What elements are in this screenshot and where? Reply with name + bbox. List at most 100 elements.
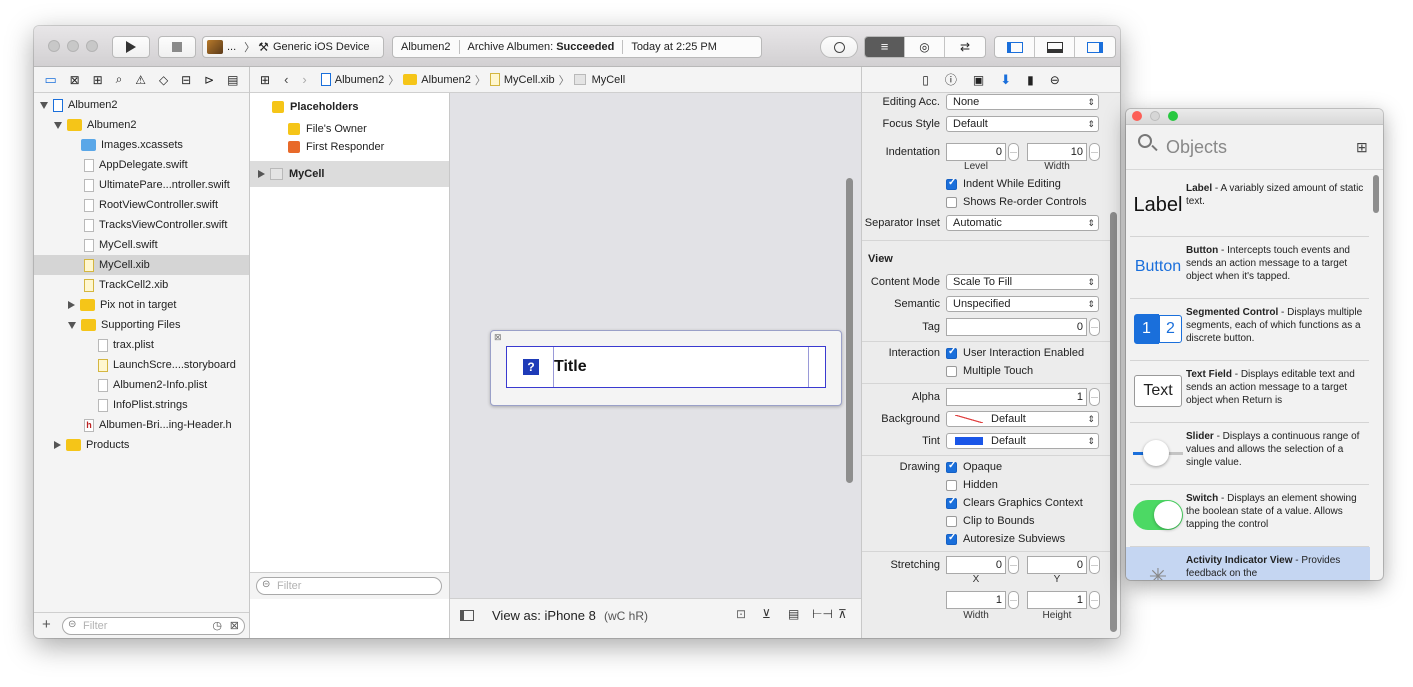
outline-section[interactable]: Placeholders [272,97,358,117]
disclosure-down-icon[interactable] [68,321,76,329]
autoresize-checkbox[interactable] [946,532,957,545]
hidden-checkbox[interactable] [946,480,957,491]
disclosure-right-icon[interactable] [258,170,265,178]
breadcrumb-item[interactable]: Albumen2 [335,74,385,86]
tree-row-selected[interactable]: MyCell.xib [34,255,249,275]
view-toggle-control[interactable] [994,36,1116,58]
outline-item[interactable]: First Responder [288,137,384,157]
stretch-width-stepper[interactable] [1008,591,1019,609]
alpha-field[interactable]: 1 [946,388,1087,406]
tree-row[interactable]: h Albumen-Bri...ing-Header.h [84,415,232,435]
tree-row[interactable]: TracksViewController.swift [84,215,227,235]
disclosure-right-icon[interactable] [68,301,75,309]
cell-title-label[interactable]: Title [554,358,587,376]
stretch-y-field[interactable]: 0 [1027,556,1087,574]
library-item-text-field[interactable]: Text Text Field - Displays editable text… [1130,361,1369,423]
tree-row[interactable]: Albumen2 [40,95,118,115]
library-item-activity-indicator[interactable]: ✳ Activity Indicator View - Provides fee… [1126,547,1370,580]
scheme-selector[interactable]: ... 〉 ⚒ Generic iOS Device [202,36,384,58]
library-button[interactable] [820,36,858,58]
tree-row[interactable]: TrackCell2.xib [84,275,168,295]
table-view-cell[interactable]: ? Title [506,346,826,388]
grid-view-icon[interactable]: ⊞ [1356,139,1368,156]
stretch-height-stepper[interactable] [1089,591,1100,609]
related-items-icon[interactable]: ⊞ [260,73,270,87]
tree-row[interactable]: UltimatePare...ntroller.swift [84,175,230,195]
background-popup[interactable]: Default ⇕ [946,411,1099,427]
zoom-window-button[interactable] [86,40,98,52]
update-frames-icon[interactable]: ⊡ [736,607,746,621]
editor-mode-control[interactable]: ≡ ◎ ⇄ [864,36,986,58]
clears-graphics-checkbox[interactable] [946,496,957,509]
tag-field[interactable]: 0 [946,318,1087,336]
size-inspector-icon[interactable]: ▮ [1027,73,1034,87]
breakpoint-tab-icon[interactable]: ⊳ [204,73,214,87]
debug-toggle-icon[interactable] [1035,37,1075,57]
tag-stepper[interactable] [1089,318,1100,336]
semantic-popup[interactable]: Unspecified ⇕ [946,296,1099,312]
stretch-width-field[interactable]: 1 [946,591,1006,609]
tree-row[interactable]: RootViewController.swift [84,195,218,215]
focus-style-popup[interactable]: Default ⇕ [946,116,1099,132]
tree-row[interactable]: Albumen2 [54,115,137,135]
alpha-stepper[interactable] [1089,388,1100,406]
library-item-slider[interactable]: Slider - Displays a continuous range of … [1130,423,1369,485]
file-inspector-icon[interactable]: ▯ [922,73,929,87]
breadcrumb-item[interactable]: MyCell.xib [504,74,555,86]
library-item-button[interactable]: Button Button - Intercepts touch events … [1130,237,1369,299]
minimize-window-button[interactable] [1150,111,1160,121]
scm-filter-icon[interactable]: ⊠ [230,619,239,632]
tint-popup[interactable]: Default ⇕ [946,433,1099,449]
tree-row[interactable]: MyCell.swift [84,235,158,255]
navigator-toggle-icon[interactable] [995,37,1035,57]
library-search-bar[interactable]: Objects ⊞ [1126,125,1383,170]
shows-reorder-checkbox[interactable] [946,197,957,208]
outline-item[interactable]: File's Owner [288,119,367,139]
stretch-height-field[interactable]: 1 [1027,591,1087,609]
editing-acc-popup[interactable]: None ⇕ [946,94,1099,110]
help-inspector-icon[interactable]: ⓘ [945,71,957,88]
resolve-issues-icon[interactable]: ⊼ [838,607,847,621]
tree-row[interactable]: Pix not in target [68,295,176,315]
outline-toggle-icon[interactable] [460,610,474,621]
question-image-icon[interactable]: ? [523,359,539,375]
library-item-segmented-control[interactable]: 1 2 Segmented Control - Displays multipl… [1130,299,1369,361]
test-tab-icon[interactable]: ◇ [159,73,168,87]
multiple-touch-checkbox[interactable] [946,366,957,377]
separator-inset-popup[interactable]: Automatic ⇕ [946,215,1099,231]
breadcrumb-item[interactable]: Albumen2 [421,74,471,86]
library-item-label[interactable]: Label Label - A variably sized amount of… [1130,175,1369,237]
clip-to-bounds-checkbox[interactable] [946,516,957,527]
stop-button[interactable] [158,36,196,58]
outline-filter-field[interactable]: ⊝ Filter [256,577,442,595]
tree-row[interactable]: Albumen2-Info.plist [98,375,207,395]
indentation-width-stepper[interactable] [1089,143,1100,161]
run-button[interactable] [112,36,150,58]
stretch-x-stepper[interactable] [1008,556,1019,574]
pin-icon[interactable]: ⊢⊣ [812,607,833,621]
disclosure-down-icon[interactable] [54,121,62,129]
symbol-tab-icon[interactable]: ⊞ [93,73,103,87]
align-icon[interactable]: ▤ [788,607,799,621]
add-icon[interactable]: + [42,616,51,633]
connections-inspector-icon[interactable]: ⊖ [1050,73,1060,87]
stretch-y-stepper[interactable] [1089,556,1100,574]
indentation-width-field[interactable]: 10 [1027,143,1087,161]
close-scene-icon[interactable]: ⊠ [494,332,502,343]
inspector-toggle-icon[interactable] [1075,37,1115,57]
back-icon[interactable]: ‹ [284,72,288,87]
minimize-window-button[interactable] [67,40,79,52]
indentation-level-field[interactable]: 0 [946,143,1006,161]
disclosure-down-icon[interactable] [40,101,48,109]
indent-while-editing-checkbox[interactable] [946,177,957,190]
tree-row[interactable]: trax.plist [98,335,154,355]
content-mode-popup[interactable]: Scale To Fill ⇕ [946,274,1099,290]
tree-row[interactable]: Images.xcassets [81,135,183,155]
folder-tab-icon[interactable]: ▭ [44,72,56,88]
view-as-label[interactable]: View as: iPhone 8 [492,608,596,623]
standard-editor-icon[interactable]: ≡ [865,37,905,57]
embed-in-icon[interactable]: ⊻ [762,607,771,621]
interface-canvas[interactable]: ⊠ ? Title [450,93,861,606]
clock-icon[interactable]: ◷ [212,619,222,632]
library-item-switch[interactable]: Switch - Displays an element showing the… [1130,485,1369,547]
